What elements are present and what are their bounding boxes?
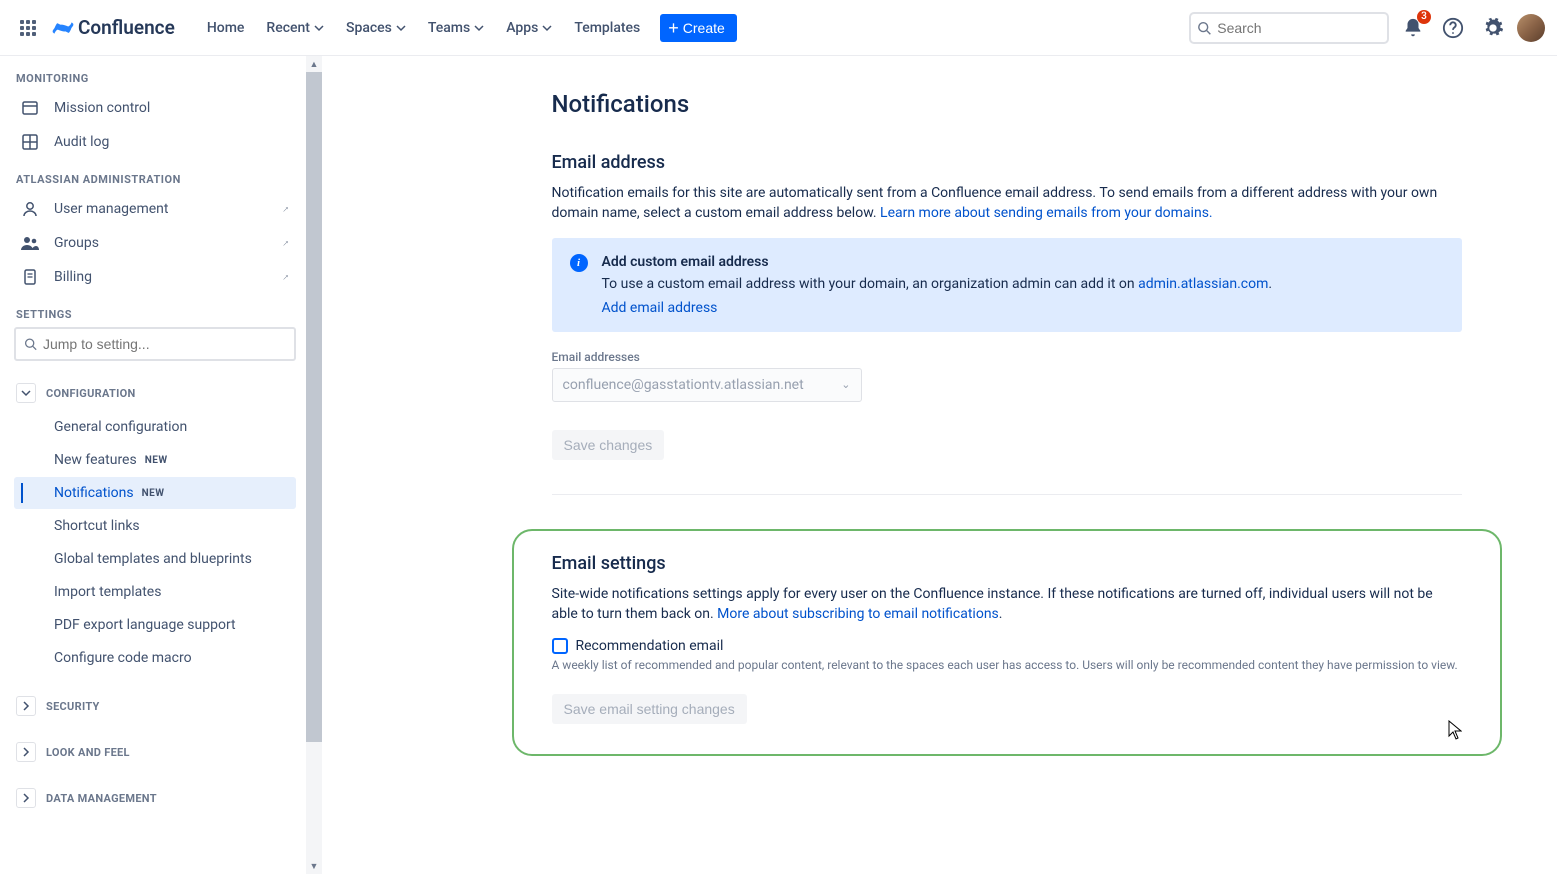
- chevron-down-icon: [474, 23, 484, 33]
- save-changes-button[interactable]: Save changes: [552, 430, 665, 460]
- user-avatar[interactable]: [1517, 14, 1545, 42]
- document-icon: [20, 268, 40, 286]
- more-about-link[interactable]: More about subscribing to email notifica…: [717, 606, 999, 622]
- sidebar: MONITORING Mission control Audit log ATL…: [0, 56, 306, 874]
- nav-teams[interactable]: Teams: [418, 14, 494, 42]
- tree-item-code-macro[interactable]: Configure code macro: [14, 642, 296, 674]
- scroll-down-icon[interactable]: ▼: [306, 858, 322, 874]
- recommendation-helper: A weekly list of recommended and popular…: [552, 658, 1462, 672]
- create-button[interactable]: +Create: [660, 14, 737, 42]
- save-email-settings-button[interactable]: Save email setting changes: [552, 694, 747, 724]
- scrollbar-thumb[interactable]: [306, 72, 322, 742]
- section-email-settings: Email settings: [552, 553, 1462, 574]
- jump-to-setting[interactable]: [14, 327, 296, 361]
- notifications-icon[interactable]: 3: [1397, 12, 1429, 44]
- external-link-icon: ↑: [280, 203, 291, 214]
- tree-item-import-templates[interactable]: Import templates: [14, 576, 296, 608]
- section-settings: SETTINGS: [16, 308, 296, 321]
- email-addresses-label: Email addresses: [552, 350, 1462, 364]
- tree-configuration[interactable]: CONFIGURATION: [14, 379, 296, 407]
- tree-item-global-templates[interactable]: Global templates and blueprints: [14, 543, 296, 575]
- divider: [552, 494, 1462, 495]
- chevron-down-icon: [542, 23, 552, 33]
- learn-more-link[interactable]: Learn more about sending emails from you…: [880, 205, 1213, 221]
- group-icon: [20, 234, 40, 252]
- tree-item-shortcut-links[interactable]: Shortcut links: [14, 510, 296, 542]
- sidebar-item-mission-control[interactable]: Mission control: [14, 91, 296, 125]
- logo-text: Confluence: [78, 16, 175, 39]
- notification-badge: 3: [1417, 10, 1431, 24]
- chevron-down-icon: [396, 23, 406, 33]
- nav-links: Home Recent Spaces Teams Apps Templates …: [197, 14, 737, 42]
- search-icon: [24, 337, 37, 351]
- nav-apps[interactable]: Apps: [496, 14, 562, 42]
- email-address-select[interactable]: confluence@gasstationtv.atlassian.net ⌄: [552, 368, 862, 402]
- chevron-down-icon: [314, 23, 324, 33]
- email-address-description: Notification emails for this site are au…: [552, 183, 1462, 224]
- page-title: Notifications: [552, 90, 1462, 118]
- section-email-address: Email address: [552, 152, 1462, 173]
- tree-item-notifications[interactable]: NotificationsNEW: [14, 477, 296, 509]
- tree-item-new-features[interactable]: New featuresNEW: [14, 444, 296, 476]
- chevron-down-icon: ⌄: [841, 378, 850, 391]
- nav-home[interactable]: Home: [197, 14, 255, 42]
- app-switcher-icon[interactable]: [12, 12, 44, 44]
- cursor-icon: [1448, 720, 1462, 740]
- section-admin: ATLASSIAN ADMINISTRATION: [16, 173, 296, 186]
- nav-left: Confluence Home Recent Spaces Teams Apps…: [12, 12, 737, 44]
- info-body: To use a custom email address with your …: [602, 276, 1446, 292]
- external-link-icon: ↑: [280, 237, 291, 248]
- recommendation-checkbox[interactable]: [552, 638, 568, 654]
- new-badge: NEW: [142, 488, 165, 499]
- nav-templates[interactable]: Templates: [564, 14, 650, 42]
- tree-data-management[interactable]: DATA MANAGEMENT: [14, 784, 296, 812]
- nav-recent[interactable]: Recent: [256, 14, 334, 42]
- tree-security[interactable]: SECURITY: [14, 692, 296, 720]
- new-badge: NEW: [145, 455, 168, 466]
- confluence-mark-icon: [52, 17, 74, 39]
- chevron-right-icon: [16, 742, 36, 762]
- section-monitoring: MONITORING: [16, 72, 296, 85]
- sidebar-item-groups[interactable]: Groups ↑: [14, 226, 296, 260]
- chevron-down-icon: [16, 383, 36, 403]
- chevron-right-icon: [16, 788, 36, 808]
- settings-icon[interactable]: [1477, 12, 1509, 44]
- help-icon[interactable]: [1437, 12, 1469, 44]
- scroll-up-icon[interactable]: ▲: [306, 56, 322, 72]
- add-email-link[interactable]: Add email address: [602, 300, 718, 316]
- search-icon: [1197, 20, 1211, 36]
- confluence-logo[interactable]: Confluence: [48, 16, 179, 39]
- grid-icon: [20, 133, 40, 151]
- plus-icon: +: [668, 21, 679, 35]
- admin-link[interactable]: admin.atlassian.com: [1138, 276, 1268, 292]
- recommendation-label: Recommendation email: [576, 638, 724, 654]
- card-icon: [20, 99, 40, 117]
- sidebar-item-audit-log[interactable]: Audit log: [14, 125, 296, 159]
- tree-item-pdf-export[interactable]: PDF export language support: [14, 609, 296, 641]
- email-settings-description: Site-wide notifications settings apply f…: [552, 584, 1462, 625]
- nav-right: 3: [1189, 12, 1545, 44]
- nav-spaces[interactable]: Spaces: [336, 14, 416, 42]
- user-icon: [20, 200, 40, 218]
- tree-item-general-config[interactable]: General configuration: [14, 411, 296, 443]
- tree-look-and-feel[interactable]: LOOK AND FEEL: [14, 738, 296, 766]
- info-title: Add custom email address: [602, 254, 1446, 270]
- main-content: Notifications Email address Notification…: [322, 56, 1557, 874]
- external-link-icon: ↑: [280, 271, 291, 282]
- global-search[interactable]: [1189, 12, 1389, 44]
- sidebar-item-user-management[interactable]: User management ↑: [14, 192, 296, 226]
- info-panel: i Add custom email address To use a cust…: [552, 238, 1462, 332]
- recommendation-email-row: Recommendation email: [552, 638, 1462, 654]
- sidebar-scrollbar[interactable]: ▲ ▼: [306, 56, 322, 874]
- info-icon: i: [570, 254, 588, 272]
- sidebar-container: MONITORING Mission control Audit log ATL…: [0, 56, 322, 874]
- search-input[interactable]: [1217, 20, 1381, 36]
- chevron-right-icon: [16, 696, 36, 716]
- sidebar-item-billing[interactable]: Billing ↑: [14, 260, 296, 294]
- jump-input[interactable]: [43, 336, 286, 352]
- top-navigation: Confluence Home Recent Spaces Teams Apps…: [0, 0, 1557, 56]
- email-settings-highlight: Email settings Site-wide notifications s…: [512, 529, 1502, 757]
